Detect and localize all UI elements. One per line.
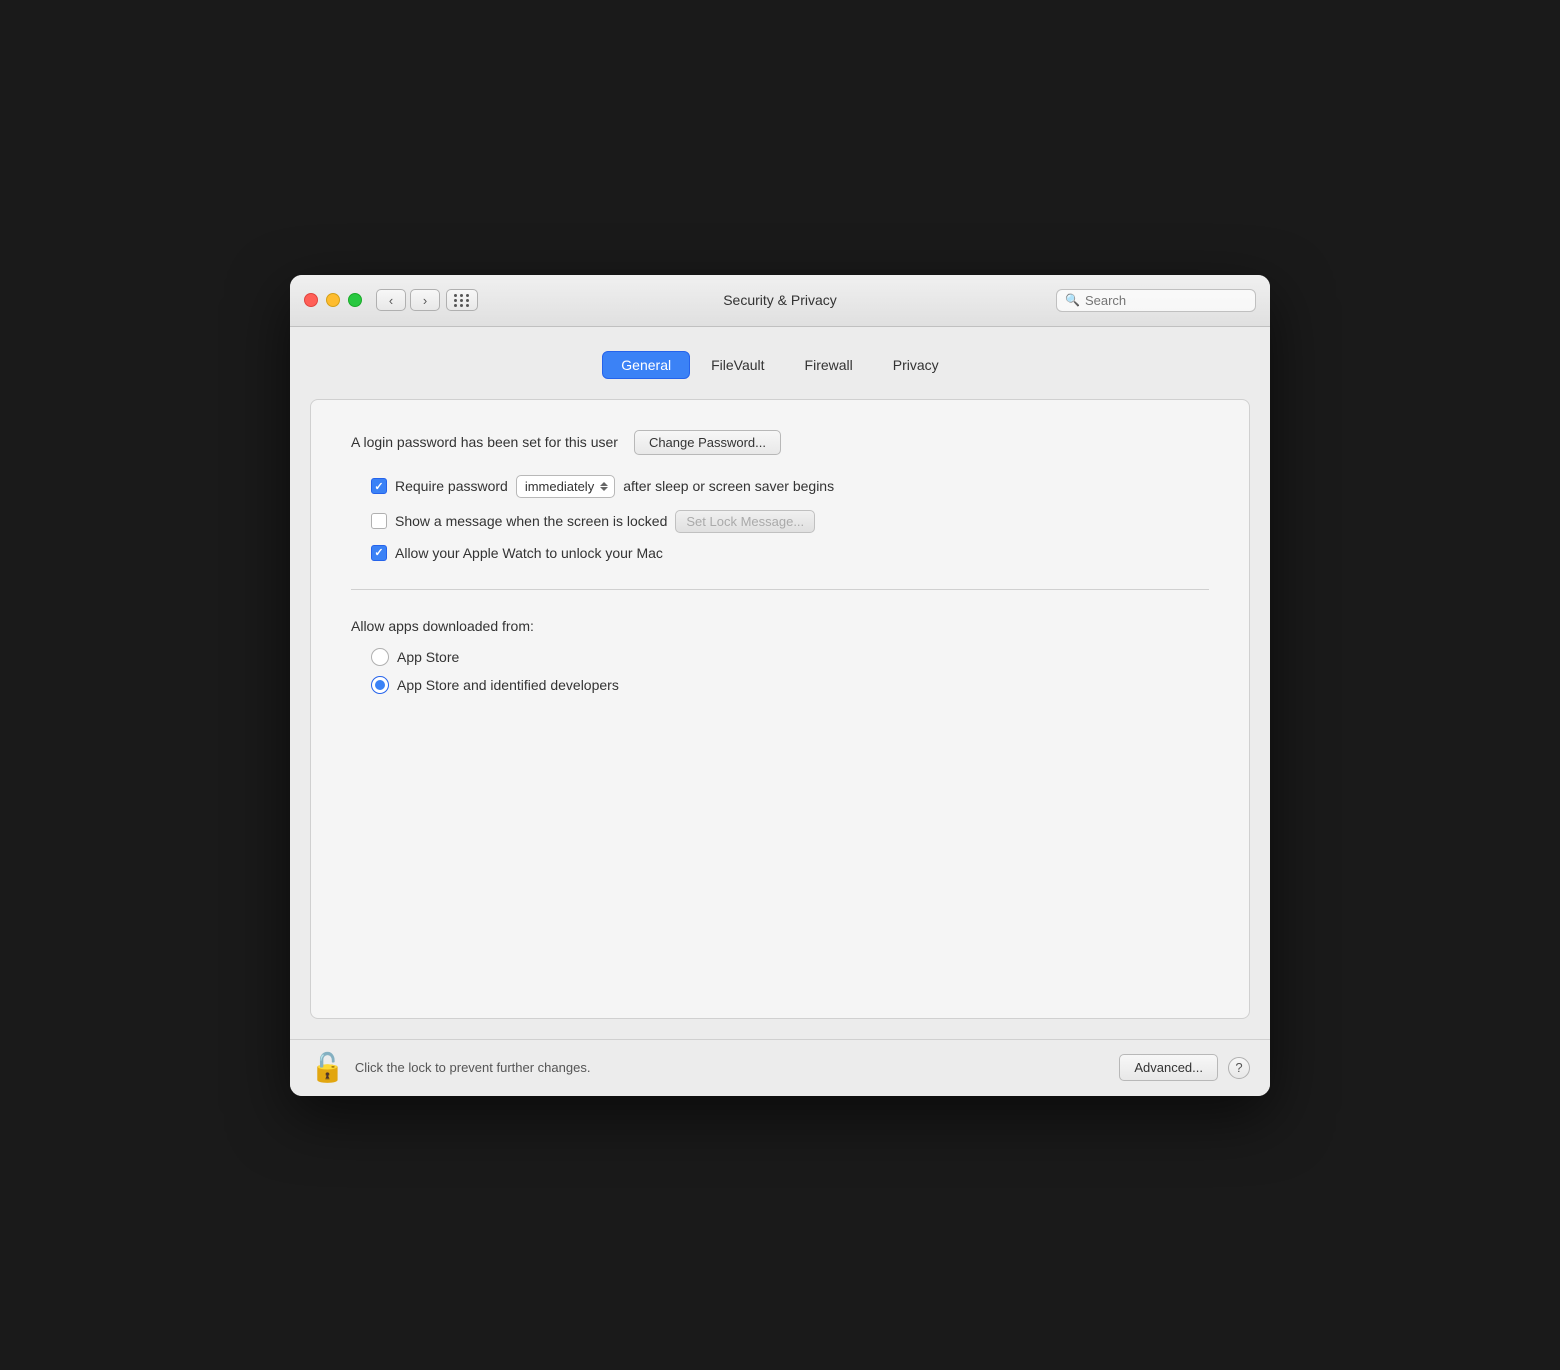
password-timing-value: immediately — [525, 479, 594, 494]
password-label: A login password has been set for this u… — [351, 434, 618, 450]
advanced-button[interactable]: Advanced... — [1119, 1054, 1218, 1081]
app-store-label: App Store — [397, 649, 459, 665]
settings-panel: A login password has been set for this u… — [310, 399, 1250, 1019]
dropdown-arrows-icon — [600, 482, 608, 491]
tab-filevault[interactable]: FileVault — [692, 351, 783, 379]
lock-text: Click the lock to prevent further change… — [355, 1060, 591, 1075]
password-row: A login password has been set for this u… — [351, 430, 1209, 455]
apps-section-label: Allow apps downloaded from: — [351, 618, 1209, 634]
password-timing-dropdown[interactable]: immediately — [516, 475, 615, 498]
search-bar[interactable]: 🔍 — [1056, 289, 1256, 312]
set-lock-message-button: Set Lock Message... — [675, 510, 815, 533]
help-button[interactable]: ? — [1228, 1057, 1250, 1079]
main-window: ‹ › Security & Privacy 🔍 General FileVau… — [290, 275, 1270, 1096]
chevron-down-icon — [600, 487, 608, 491]
chevron-up-icon — [600, 482, 608, 486]
app-store-developers-label: App Store and identified developers — [397, 677, 619, 693]
window-title: Security & Privacy — [723, 292, 837, 308]
traffic-lights — [304, 293, 362, 307]
close-button[interactable] — [304, 293, 318, 307]
back-button[interactable]: ‹ — [376, 289, 406, 311]
tab-privacy[interactable]: Privacy — [874, 351, 958, 379]
lock-icon[interactable]: 🔓 — [310, 1054, 345, 1082]
tabs: General FileVault Firewall Privacy — [310, 351, 1250, 379]
minimize-button[interactable] — [326, 293, 340, 307]
show-message-label: Show a message when the screen is locked — [395, 513, 667, 529]
nav-buttons: ‹ › — [376, 289, 440, 311]
require-password-row: Require password immediately after sleep… — [351, 475, 1209, 498]
show-message-checkbox[interactable] — [371, 513, 387, 529]
tab-general[interactable]: General — [602, 351, 690, 379]
apple-watch-label: Allow your Apple Watch to unlock your Ma… — [395, 545, 663, 561]
app-store-developers-radio[interactable] — [371, 676, 389, 694]
require-password-checkbox[interactable] — [371, 478, 387, 494]
content-area: General FileVault Firewall Privacy A log… — [290, 327, 1270, 1039]
search-input[interactable] — [1085, 293, 1247, 308]
apple-watch-checkbox[interactable] — [371, 545, 387, 561]
require-password-label: Require password — [395, 478, 508, 494]
app-store-developers-radio-row: App Store and identified developers — [351, 676, 1209, 694]
bottom-right: Advanced... ? — [1119, 1054, 1250, 1081]
apple-watch-row: Allow your Apple Watch to unlock your Ma… — [351, 545, 1209, 561]
app-store-radio[interactable] — [371, 648, 389, 666]
maximize-button[interactable] — [348, 293, 362, 307]
titlebar: ‹ › Security & Privacy 🔍 — [290, 275, 1270, 327]
grid-view-button[interactable] — [446, 289, 478, 311]
require-password-suffix: after sleep or screen saver begins — [623, 478, 834, 494]
grid-icon — [454, 294, 470, 307]
bottom-bar: 🔓 Click the lock to prevent further chan… — [290, 1039, 1270, 1096]
tab-firewall[interactable]: Firewall — [786, 351, 872, 379]
show-message-row: Show a message when the screen is locked… — [351, 510, 1209, 533]
app-store-radio-row: App Store — [351, 648, 1209, 666]
change-password-button[interactable]: Change Password... — [634, 430, 781, 455]
search-icon: 🔍 — [1065, 293, 1080, 307]
section-divider — [351, 589, 1209, 590]
forward-button[interactable]: › — [410, 289, 440, 311]
